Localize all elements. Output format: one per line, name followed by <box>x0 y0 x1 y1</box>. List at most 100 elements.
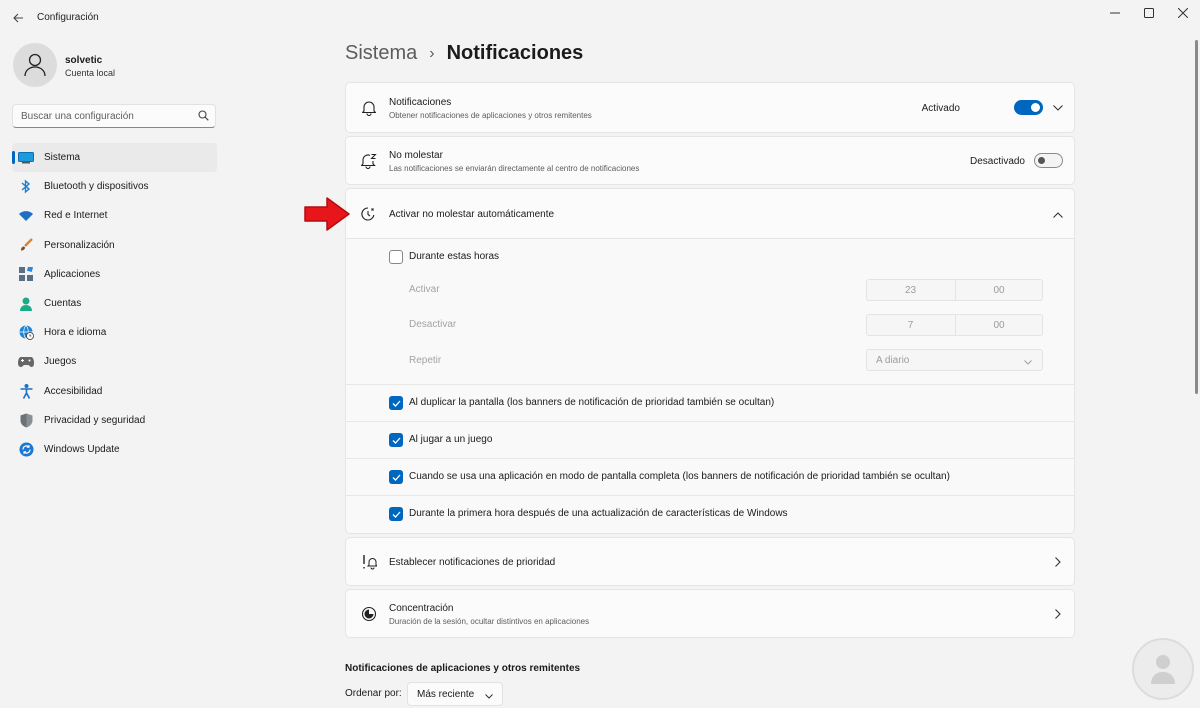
option-label: Cuando se usa una aplicación en modo de … <box>409 471 950 482</box>
sidebar-item-label: Bluetooth y dispositivos <box>44 181 149 193</box>
deactivate-minute[interactable]: 00 <box>955 315 1042 335</box>
notifications-toggle-label: Activado <box>921 103 960 114</box>
sidebar-item-label: Aplicaciones <box>44 268 101 280</box>
chevron-right-icon <box>1052 608 1064 620</box>
chevron-down-icon <box>1024 356 1032 368</box>
sidebar-item-sistema[interactable]: Sistema <box>12 143 217 173</box>
breadcrumb-parent[interactable]: Sistema <box>345 42 417 65</box>
dnd-toggle[interactable] <box>1034 153 1063 168</box>
option-label: Al jugar a un juego <box>409 434 493 445</box>
sidebar-item-juegos[interactable]: Juegos <box>12 347 217 376</box>
maximize-button[interactable] <box>1131 4 1167 22</box>
auto-dnd-expander: Activar no molestar automáticamente Dura… <box>345 188 1075 534</box>
bell-snooze-icon <box>360 152 378 170</box>
notifications-card[interactable]: Notificaciones Obtener notificaciones de… <box>345 82 1075 133</box>
scrollbar[interactable] <box>1195 40 1198 394</box>
breadcrumb: Sistema › Notificaciones <box>345 42 583 65</box>
globe-clock-icon <box>18 325 34 341</box>
priority-notifications-card[interactable]: Establecer notificaciones de prioridad <box>345 537 1075 586</box>
option-label: Al duplicar la pantalla (los banners de … <box>409 397 775 408</box>
deactivate-hour[interactable]: 7 <box>867 315 954 335</box>
sidebar-item-windows-update[interactable]: Windows Update <box>12 435 217 464</box>
option-checkbox-mirror[interactable] <box>389 396 403 410</box>
chevron-up-icon[interactable] <box>1052 209 1064 221</box>
sidebar-item-label: Personalización <box>44 239 115 251</box>
minimize-icon <box>1110 12 1120 14</box>
notifications-toggle[interactable] <box>1014 100 1043 115</box>
sidebar-item-label: Sistema <box>44 152 81 164</box>
chevron-down-icon[interactable] <box>1052 102 1064 114</box>
sort-value: Más reciente <box>417 689 475 700</box>
apps-section-title: Notificaciones de aplicaciones y otros r… <box>345 663 581 674</box>
activate-hour[interactable]: 23 <box>867 280 954 300</box>
sort-label: Ordenar por: <box>345 688 402 699</box>
option-checkbox-game[interactable] <box>389 433 403 447</box>
focus-icon <box>360 605 378 623</box>
minimize-button[interactable] <box>1097 4 1133 22</box>
chevron-right-icon <box>1052 556 1064 568</box>
accessibility-icon <box>18 383 34 399</box>
user-name: solvetic <box>65 55 103 66</box>
sidebar-item-accesibilidad[interactable]: Accesibilidad <box>12 377 217 406</box>
sidebar-nav: Sistema Bluetooth y dispositivos Red e I… <box>12 143 217 464</box>
search-icon[interactable] <box>198 110 209 124</box>
during-hours-checkbox[interactable] <box>389 250 403 264</box>
repeat-label: Repetir <box>409 355 442 366</box>
account-type: Cuenta local <box>65 68 116 78</box>
sidebar-item-aplicaciones[interactable]: Aplicaciones <box>12 260 217 289</box>
divider <box>346 384 1074 385</box>
apps-icon <box>18 266 34 282</box>
auto-dnd-title: Activar no molestar automáticamente <box>389 209 555 220</box>
notifications-subtitle: Obtener notificaciones de aplicaciones y… <box>389 111 592 120</box>
brush-icon <box>18 237 34 253</box>
divider <box>346 495 1074 496</box>
activate-time-picker[interactable]: 23 00 <box>866 279 1043 301</box>
app-title: Configuración <box>37 12 99 23</box>
priority-bell-icon <box>360 553 378 571</box>
back-arrow-icon <box>12 13 23 23</box>
focus-card[interactable]: Concentración Duración de la sesión, ocu… <box>345 589 1075 638</box>
watermark-logo <box>1132 638 1194 700</box>
search-input[interactable] <box>13 105 193 127</box>
sidebar-item-bluetooth[interactable]: Bluetooth y dispositivos <box>12 172 217 201</box>
option-label: Durante la primera hora después de una a… <box>409 508 788 519</box>
gamepad-icon <box>18 354 34 370</box>
system-icon <box>18 150 34 166</box>
back-button[interactable] <box>8 9 28 27</box>
sidebar-item-label: Privacidad y seguridad <box>44 414 146 426</box>
checkmark-icon <box>392 474 400 481</box>
dnd-title: No molestar <box>389 150 443 161</box>
auto-dnd-header[interactable]: Activar no molestar automáticamente <box>346 189 1074 239</box>
annotation-arrow-icon <box>304 197 350 231</box>
shield-icon <box>18 412 34 428</box>
priority-title: Establecer notificaciones de prioridad <box>389 557 556 568</box>
page-title: Notificaciones <box>446 42 584 64</box>
activate-label: Activar <box>409 284 440 295</box>
chevron-down-icon <box>485 690 493 702</box>
sidebar-item-label: Red e Internet <box>44 210 108 222</box>
option-checkbox-fullscreen[interactable] <box>389 470 403 484</box>
close-button[interactable] <box>1165 4 1200 22</box>
breadcrumb-separator: › <box>429 44 435 62</box>
sidebar-item-hora[interactable]: Hora e idioma <box>12 318 217 347</box>
dnd-subtitle: Las notificaciones se enviarán directame… <box>389 164 640 173</box>
sidebar-item-cuentas[interactable]: Cuentas <box>12 289 217 318</box>
wifi-icon <box>18 208 34 224</box>
sidebar-item-personalizacion[interactable]: Personalización <box>12 231 217 260</box>
sort-dropdown[interactable]: Más reciente <box>407 682 503 706</box>
sidebar-item-red[interactable]: Red e Internet <box>12 201 217 230</box>
repeat-select[interactable]: A diario <box>866 349 1043 371</box>
sidebar-item-label: Hora e idioma <box>44 327 107 339</box>
bell-icon <box>360 99 378 117</box>
deactivate-time-picker[interactable]: 7 00 <box>866 314 1043 336</box>
notifications-title: Notificaciones <box>389 97 452 108</box>
deactivate-label: Desactivar <box>409 319 457 330</box>
sidebar-item-privacidad[interactable]: Privacidad y seguridad <box>12 406 217 435</box>
activate-minute[interactable]: 00 <box>955 280 1042 300</box>
repeat-value: A diario <box>876 355 910 366</box>
clock-history-icon <box>360 206 376 225</box>
dnd-toggle-label: Desactivado <box>969 156 1025 167</box>
option-checkbox-update[interactable] <box>389 507 403 521</box>
bluetooth-icon <box>18 179 34 195</box>
divider <box>346 458 1074 459</box>
